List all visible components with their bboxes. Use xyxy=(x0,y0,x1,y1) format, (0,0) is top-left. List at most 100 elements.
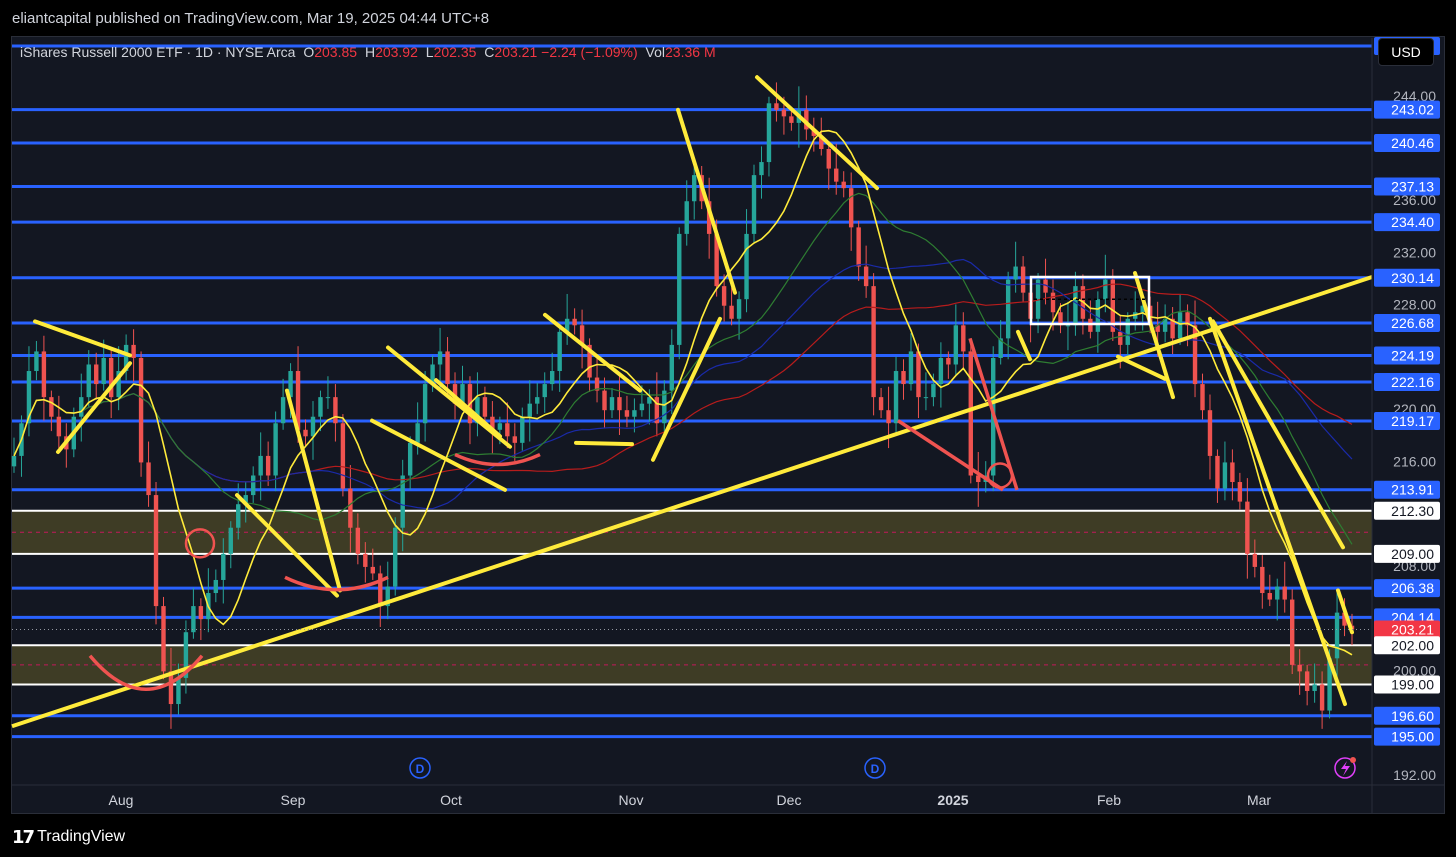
candle-body xyxy=(871,286,876,398)
candle-body xyxy=(101,357,106,385)
candle-body xyxy=(1304,671,1310,691)
candle-body xyxy=(736,299,742,319)
candle-body xyxy=(176,677,181,705)
time-tick-label: Mar xyxy=(1247,792,1271,808)
time-tick-label: Dec xyxy=(777,792,802,808)
candle-body xyxy=(422,384,428,424)
candle-body xyxy=(848,188,854,228)
candle-body xyxy=(1177,312,1183,339)
open-value: 203.85 xyxy=(314,44,358,60)
candle-body xyxy=(609,397,615,411)
close-value: 203.21 xyxy=(494,44,538,60)
candle-body xyxy=(393,527,398,587)
candle-body xyxy=(938,357,944,385)
candle-body xyxy=(1275,586,1280,600)
candle-body xyxy=(1260,566,1265,594)
price-level-label: 243.02 xyxy=(1391,102,1434,118)
price-level-label: 230.14 xyxy=(1391,270,1434,286)
candle-body xyxy=(318,397,323,417)
tradingview-branding[interactable]: 17 TradingView xyxy=(12,826,125,848)
candle-body xyxy=(236,504,241,528)
candle-body xyxy=(303,429,308,437)
volume-value: 23.36 M xyxy=(665,44,716,60)
candle-body xyxy=(841,181,846,189)
candle-body xyxy=(729,305,734,319)
price-level-label: 209.00 xyxy=(1391,546,1434,562)
candle-body xyxy=(221,553,226,580)
currency-button[interactable]: USD xyxy=(1378,38,1434,66)
candle-body xyxy=(968,351,973,476)
candle-body xyxy=(153,495,159,607)
candle-body xyxy=(41,351,47,398)
candle-body xyxy=(751,175,757,234)
candle-body xyxy=(721,286,727,306)
price-chart[interactable]: 244.00236.00232.00228.00220.00216.00208.… xyxy=(0,0,1456,857)
candle-body xyxy=(901,371,906,385)
time-tick-label: Oct xyxy=(440,792,462,808)
price-tick-label: 232.00 xyxy=(1393,244,1436,260)
price-level-label: 199.00 xyxy=(1391,676,1434,692)
candle-body xyxy=(1050,292,1056,313)
candle-body xyxy=(265,455,271,476)
candle-body xyxy=(94,364,99,385)
candle-body xyxy=(1125,318,1130,345)
candle-body xyxy=(415,423,420,443)
candle-body xyxy=(258,455,263,476)
candle-body xyxy=(512,436,518,443)
candle-body xyxy=(1215,455,1220,489)
candle-body xyxy=(774,103,779,110)
time-tick-label: Sep xyxy=(281,792,306,808)
low-value: 202.35 xyxy=(433,44,477,60)
candle-body xyxy=(86,364,91,398)
price-level-label: 224.19 xyxy=(1391,347,1434,363)
candle-body xyxy=(1282,586,1287,600)
price-level-label: 237.13 xyxy=(1391,178,1434,194)
candle-body xyxy=(878,397,884,411)
price-level-label: 202.00 xyxy=(1391,637,1434,653)
candle-body xyxy=(363,553,368,567)
symbol-legend[interactable]: iShares Russell 2000 ETF · 1D · NYSE Arc… xyxy=(20,44,716,60)
candle-body xyxy=(213,579,219,594)
pattern-trend-line-14 xyxy=(1116,354,1167,381)
candle-body xyxy=(856,227,861,267)
symbol-title: iShares Russell 2000 ETF · 1D · NYSE Arc… xyxy=(20,44,296,60)
candle-body xyxy=(632,410,637,417)
candle-body xyxy=(1005,279,1011,339)
candle-body xyxy=(49,397,54,417)
candle-body xyxy=(834,168,839,182)
candle-body xyxy=(1230,462,1235,483)
candle-body xyxy=(953,325,959,365)
candle-body xyxy=(1252,553,1258,567)
candle-body xyxy=(34,351,39,372)
candle-body xyxy=(482,397,488,417)
candle-body xyxy=(1319,684,1325,711)
candle-body xyxy=(893,371,899,424)
close-label: C xyxy=(484,44,495,60)
pattern-trend-line-11 xyxy=(755,75,879,191)
price-level-label: 212.30 xyxy=(1391,503,1434,519)
price-level-label: 206.38 xyxy=(1391,580,1434,596)
candle-body xyxy=(1207,410,1213,456)
candle-body xyxy=(1200,384,1205,411)
candle-body xyxy=(407,442,413,476)
candle-body xyxy=(1103,279,1108,300)
price-level-label: 203.21 xyxy=(1391,621,1434,637)
candle-body xyxy=(826,149,831,169)
candle-body xyxy=(437,351,443,365)
candle-body xyxy=(692,175,697,202)
candle-body xyxy=(445,351,450,385)
candle-body xyxy=(1245,501,1250,554)
pattern-trend-line-1 xyxy=(56,361,132,454)
candle-body xyxy=(138,357,144,463)
candle-body xyxy=(520,416,525,443)
candle-body xyxy=(789,116,794,123)
candle-body xyxy=(1267,593,1272,600)
candle-body xyxy=(325,397,331,399)
price-level-label: 195.00 xyxy=(1391,729,1434,745)
low-label: L xyxy=(425,44,434,60)
candle-body xyxy=(228,527,233,554)
ma-blue xyxy=(13,258,1353,510)
candle-body xyxy=(79,397,84,417)
candle-body xyxy=(766,103,772,163)
candle-body xyxy=(535,397,540,404)
